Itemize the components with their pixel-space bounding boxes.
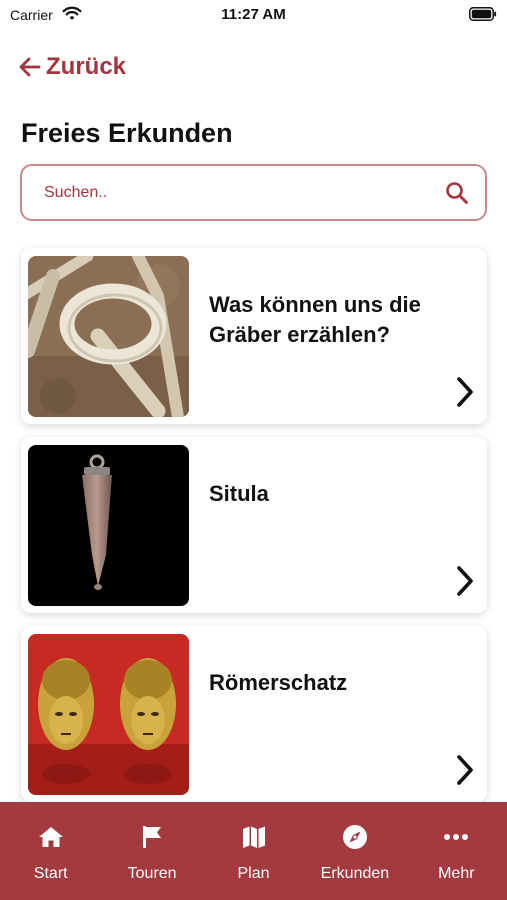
battery-icon: [469, 7, 497, 21]
chevron-right-icon: [457, 377, 473, 407]
tab-label: Erkunden: [320, 865, 390, 882]
back-label: Zurück: [46, 53, 127, 80]
map-icon: [239, 822, 269, 852]
compass-icon: [340, 822, 370, 852]
tab-touren[interactable]: Touren: [101, 802, 202, 900]
status-bar: Carrier 11:27 AM: [0, 0, 507, 30]
arrow-left-icon: [19, 57, 41, 77]
page-title: Freies Erkunden: [21, 118, 233, 148]
chevron-right-icon: [457, 755, 473, 785]
tab-label: Start: [33, 865, 68, 882]
tab-label: Touren: [127, 865, 177, 882]
tab-erkunden[interactable]: Erkunden: [304, 802, 405, 900]
card-title: Römerschatz: [209, 670, 348, 695]
search-input[interactable]: [44, 166, 424, 219]
tab-label: Mehr: [438, 865, 475, 882]
tab-start[interactable]: Start: [0, 802, 101, 900]
search-box[interactable]: [20, 164, 487, 221]
situla-photo: [28, 445, 189, 606]
explore-card-roman-treasure[interactable]: Römerschatz: [21, 626, 487, 802]
tab-bar: Start Touren Plan Erkunden Mehr: [0, 802, 507, 900]
clock: 11:27 AM: [221, 6, 286, 23]
home-icon: [36, 822, 66, 852]
card-title: Situla: [209, 481, 269, 506]
tab-mehr[interactable]: Mehr: [406, 802, 507, 900]
tab-label: Plan: [237, 865, 270, 882]
tab-plan[interactable]: Plan: [203, 802, 304, 900]
explore-card-graves[interactable]: Was können uns die Gräber erzählen?: [21, 248, 487, 424]
flag-icon: [137, 822, 167, 852]
back-button[interactable]: Zurück: [18, 52, 126, 82]
chevron-right-icon: [457, 566, 473, 596]
grave-ring-photo: [28, 256, 189, 417]
roman-masks-photo: [28, 634, 189, 795]
card-title: Was können uns die Gräber erzählen?: [209, 292, 421, 347]
more-dots-icon: [441, 822, 471, 852]
search-icon[interactable]: [445, 181, 469, 205]
explore-card-situla[interactable]: Situla: [21, 437, 487, 613]
